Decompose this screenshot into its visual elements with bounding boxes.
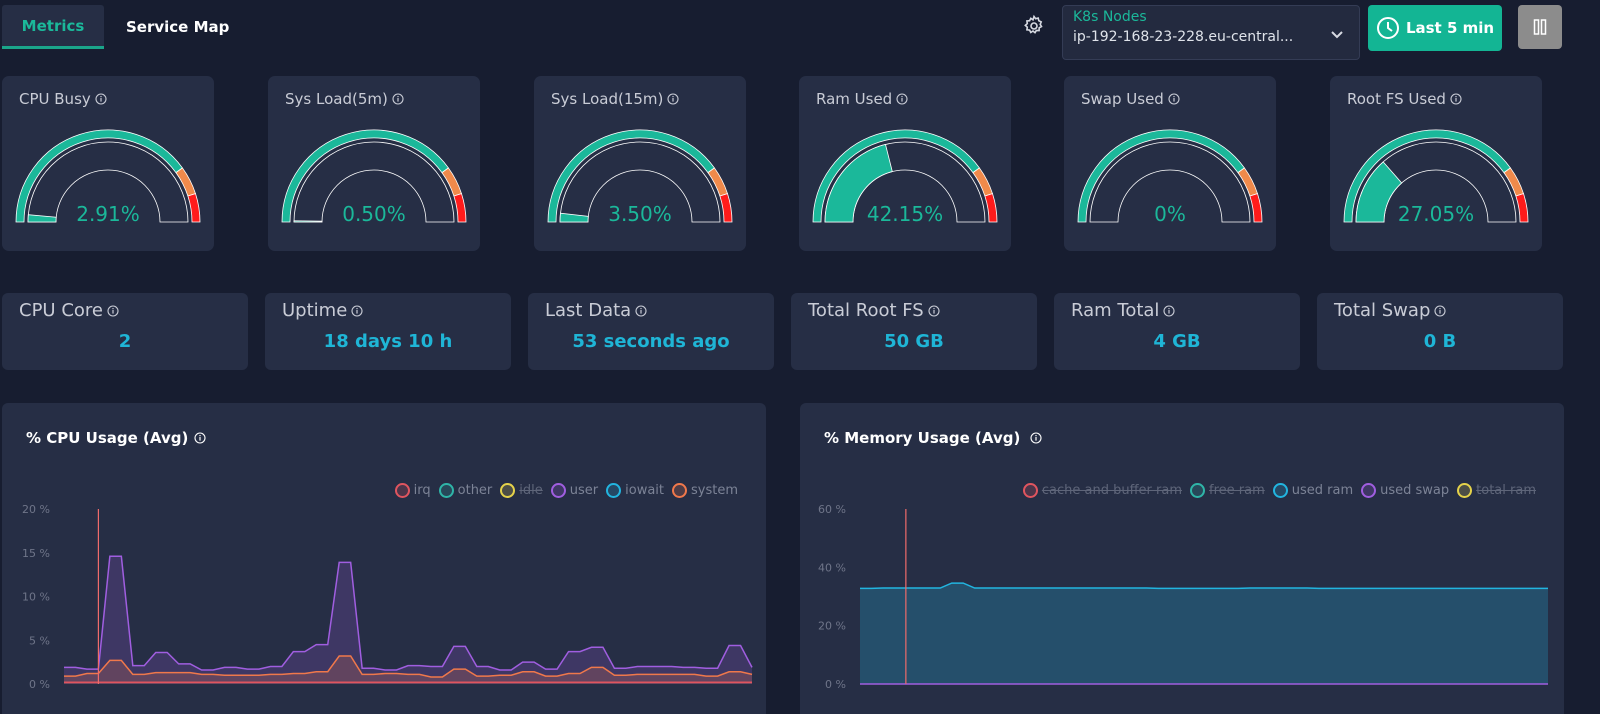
gauge-title-text: Sys Load(15m) (551, 90, 664, 108)
info-icon[interactable] (667, 93, 679, 105)
y-tick-label: 10 % (22, 591, 50, 604)
gauge-title: Swap Used (1081, 90, 1180, 108)
series-area-user (64, 556, 752, 684)
y-tick-label: 20 % (22, 503, 50, 516)
stat-title: Uptime (282, 300, 363, 321)
series-line-user (64, 555, 753, 671)
stat-card-uptime: Uptime 18 days 10 h (265, 293, 511, 370)
time-range-label: Last 5 min (1405, 19, 1495, 37)
stat-title-text: Total Swap (1334, 300, 1431, 321)
stat-title-text: Last Data (545, 300, 632, 321)
memory-usage-panel: % Memory Usage (Avg) cache and buffer ra… (800, 403, 1564, 714)
stat-card-total-swap: Total Swap 0 B (1317, 293, 1563, 370)
gauge-title: Ram Used (816, 90, 908, 108)
y-tick-label: 20 % (818, 620, 846, 633)
stat-title-text: Total Root FS (808, 300, 924, 321)
stat-card-cpu-core: CPU Core 2 (2, 293, 248, 370)
gauge-threshold-danger (1515, 193, 1529, 223)
info-icon[interactable] (928, 304, 940, 317)
gauge-fill (824, 143, 893, 223)
stat-value: 4 GB (1153, 331, 1201, 352)
info-icon[interactable] (1163, 304, 1175, 317)
gauge-threshold-danger (719, 193, 733, 223)
info-icon[interactable] (107, 304, 119, 317)
gauge-title-text: Ram Used (816, 90, 893, 108)
gauge-threshold-danger (453, 193, 467, 223)
gauge-fill (293, 220, 323, 223)
y-tick-label: 60 % (818, 503, 846, 516)
gauge-dial (281, 129, 467, 223)
stat-value: 18 days 10 h (323, 331, 453, 352)
gauge-title: Root FS Used (1347, 90, 1462, 108)
gauge-dial (1343, 129, 1529, 223)
info-icon[interactable] (392, 93, 404, 105)
gauge-card-sys-load-15m: Sys Load(15m) 3.50% (534, 76, 746, 251)
memory-usage-chart[interactable]: 0 % 20 % 40 % 60 % (800, 403, 1564, 714)
info-icon[interactable] (95, 93, 107, 105)
gauge-title-text: CPU Busy (19, 90, 91, 108)
stat-title: Ram Total (1071, 300, 1175, 321)
info-icon[interactable] (1434, 304, 1446, 317)
stat-value: 50 GB (884, 331, 944, 352)
gauge-threshold-danger (984, 193, 998, 223)
clock-icon (1376, 17, 1399, 39)
node-select[interactable]: K8s Nodes ip-192-168-23-228.eu-central..… (1062, 5, 1360, 60)
stat-value: 0 B (1423, 331, 1457, 352)
gauge-card-swap-used: Swap Used 0% (1064, 76, 1276, 251)
stat-title-text: CPU Core (19, 300, 103, 321)
gauge-threshold-danger (187, 193, 201, 223)
info-icon[interactable] (896, 93, 908, 105)
stat-title-text: Uptime (282, 300, 348, 321)
stat-title-text: Ram Total (1071, 300, 1160, 321)
cpu-usage-chart[interactable]: 0 % 5 % 10 % 15 % 20 % (2, 403, 766, 714)
gauge-title: CPU Busy (19, 90, 107, 108)
pause-button[interactable] (1518, 5, 1562, 49)
info-icon[interactable] (635, 304, 647, 317)
gauge-title: Sys Load(5m) (285, 90, 404, 108)
gauge-card-ram-used: Ram Used 42.15% (799, 76, 1011, 251)
tab-service-map[interactable]: Service Map (104, 5, 251, 49)
gauge-title-text: Root FS Used (1347, 90, 1446, 108)
gauge-card-root-fs-used: Root FS Used 27.05% (1330, 76, 1542, 251)
gauge-dial (15, 129, 201, 223)
tab-metrics[interactable]: Metrics (2, 5, 104, 49)
y-tick-label: 0 % (825, 678, 846, 691)
gauge-title: Sys Load(15m) (551, 90, 679, 108)
gauge-dial (547, 129, 733, 223)
node-select-label: K8s Nodes (1073, 9, 1147, 25)
gauge-card-cpu-busy: CPU Busy 2.91% (2, 76, 214, 251)
main-tabs: Metrics Service Map (2, 5, 251, 49)
y-tick-label: 0 % (29, 678, 50, 691)
gauge-dial (812, 129, 998, 223)
gauge-title-text: Sys Load(5m) (285, 90, 388, 108)
stat-title: CPU Core (19, 300, 119, 321)
gauge-card-sys-load-5m: Sys Load(5m) 0.50% (268, 76, 480, 251)
stat-card-ram-total: Ram Total 4 GB (1054, 293, 1300, 370)
stat-card-total-root-fs: Total Root FS 50 GB (791, 293, 1037, 370)
stat-value: 2 (118, 331, 132, 352)
pause-icon (1533, 19, 1547, 35)
y-tick-label: 40 % (818, 561, 846, 574)
gear-icon[interactable] (1022, 14, 1046, 38)
node-select-value: ip-192-168-23-228.eu-central... (1073, 29, 1294, 45)
info-icon[interactable] (1450, 93, 1462, 105)
y-tick-label: 15 % (22, 547, 50, 560)
stat-title: Last Data (545, 300, 647, 321)
stat-value: 53 seconds ago (572, 331, 730, 352)
y-tick-label: 5 % (29, 634, 50, 647)
info-icon[interactable] (1168, 93, 1180, 105)
stat-title: Total Swap (1334, 300, 1446, 321)
stat-card-last-data: Last Data 53 seconds ago (528, 293, 774, 370)
stat-title: Total Root FS (808, 300, 940, 321)
chevron-down-icon (1331, 31, 1343, 39)
gauge-threshold-danger (1249, 193, 1263, 223)
cpu-usage-panel: % CPU Usage (Avg) irq other idle user iowait… (2, 403, 766, 714)
gauge-dial (1077, 129, 1263, 223)
series-area-used-ram (860, 583, 1548, 684)
time-range-button[interactable]: Last 5 min (1368, 5, 1502, 51)
info-icon[interactable] (351, 304, 363, 317)
gauge-title-text: Swap Used (1081, 90, 1164, 108)
